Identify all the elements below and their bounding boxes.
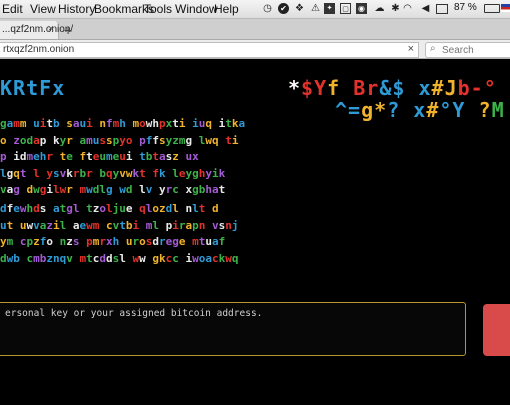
- status-tray: ◷ ✔ ❖ ⚠ ✦ ▢ ◉ ☁ ✱ ◠ ◀ 87 %: [262, 2, 510, 16]
- text-line: dwb cmbznqv mtcddsl ww gkcc iwoackwq: [0, 251, 239, 265]
- text-line: dfewhds atgl tzoljue qlozdl nlt d: [0, 202, 219, 215]
- heading-char: [340, 76, 353, 100]
- heading-char: x: [418, 76, 432, 100]
- heading-char: -: [470, 76, 484, 100]
- battery-percent: 87 %: [454, 2, 477, 13]
- wifi-icon[interactable]: ◠: [402, 3, 413, 14]
- flag-icon[interactable]: [501, 4, 510, 12]
- heading-char: [405, 76, 418, 100]
- tab-title: ...qzf2nm.onion/: [2, 24, 74, 35]
- alert-icon[interactable]: ⚠: [310, 3, 321, 14]
- nav-bar: rtxqzf2nm.onion × ⌕: [0, 40, 510, 59]
- check-icon[interactable]: ✔: [278, 3, 289, 14]
- heading-char: *: [288, 76, 302, 100]
- url-bar[interactable]: rtxqzf2nm.onion ×: [0, 42, 419, 58]
- close-tab-icon[interactable]: ×: [48, 23, 54, 35]
- search-bar[interactable]: ⌕: [425, 42, 510, 58]
- heading-char: Y: [314, 76, 328, 100]
- menu-help[interactable]: Help: [214, 2, 239, 16]
- heading-left: KRtFx: [0, 76, 65, 100]
- search-input[interactable]: [440, 43, 510, 58]
- tab-bar: ...qzf2nm.onion/ × +: [0, 19, 510, 40]
- heading-char: #: [431, 76, 445, 100]
- text-line: o zodap kyr amusspyo pffsyzmg lwq ti: [0, 133, 239, 147]
- text-line: ut uwvazil aewm cvtbi ml pirapn vsnj: [0, 218, 239, 232]
- submit-button[interactable]: [483, 304, 510, 356]
- bluetooth-icon[interactable]: ✱: [390, 3, 401, 14]
- search-icon: ⌕: [430, 43, 436, 54]
- menu-edit[interactable]: Edit: [2, 2, 23, 16]
- heading-char: R: [13, 76, 27, 100]
- screen-icon[interactable]: [436, 4, 448, 14]
- volume-icon[interactable]: ◀: [420, 3, 431, 14]
- menu-window[interactable]: Window: [175, 2, 218, 16]
- text-line: ym cpzfo nzs pmrxh urosdrege mtuaf: [0, 235, 226, 249]
- evernote-icon[interactable]: ✦: [324, 3, 335, 14]
- heading-char: t: [26, 76, 40, 100]
- heading-char: r: [366, 76, 380, 100]
- key-address-placeholder: ersonal key or your assigned bitcoin add…: [5, 308, 263, 319]
- display-icon[interactable]: ▢: [340, 3, 351, 14]
- heading-right-1: *$Yf Br&$ x#Jb-°: [288, 76, 497, 100]
- new-tab-button[interactable]: +: [64, 22, 72, 38]
- time-machine-icon[interactable]: ◷: [262, 3, 273, 14]
- menu-tools[interactable]: Tools: [144, 2, 172, 16]
- heading-char: $: [392, 76, 406, 100]
- heading-char: x: [52, 76, 66, 100]
- heading-char: $: [301, 76, 315, 100]
- url-text: rtxqzf2nm.onion: [3, 44, 75, 55]
- text-line: gamm uitb saui nfmh mowhpxti iuq itka: [0, 117, 246, 130]
- paragraph-1: gamm uitb saui nfmh mowhpxti iuq itka o z…: [0, 116, 510, 199]
- text-line: vag dwgilwr mwdlg wd lv yrc xgbhat: [0, 183, 226, 197]
- heading-char: F: [39, 76, 53, 100]
- heading-char: &: [379, 76, 393, 100]
- menu-history[interactable]: History: [58, 2, 95, 16]
- dropbox-icon[interactable]: ❖: [294, 3, 305, 14]
- text-line: lgqt l ysvkrbr bqyvwkt fk leyghyik: [0, 166, 226, 180]
- heading-char: J: [444, 76, 458, 100]
- heading-char: °: [483, 76, 497, 100]
- menu-bar: Edit View History Bookmarks Tools Window…: [0, 0, 510, 19]
- clear-url-icon[interactable]: ×: [408, 43, 414, 55]
- battery-icon[interactable]: [484, 4, 500, 13]
- heading-char: f: [327, 76, 341, 100]
- heading-char: b: [457, 76, 471, 100]
- key-address-input[interactable]: ersonal key or your assigned bitcoin add…: [0, 302, 466, 356]
- heading-char: B: [353, 76, 367, 100]
- text-line: p idmehr te fteumeui tbtasz ux: [0, 150, 199, 164]
- cloud-icon[interactable]: ☁: [374, 3, 385, 14]
- heading-char: K: [0, 76, 14, 100]
- paragraph-2: dfewhds atgl tzoljue qlozdl nlt d ut uwva…: [0, 201, 510, 267]
- page-content: KRtFx *$Yf Br&$ x#Jb-° ^=g*? x#°Y ?M gam…: [0, 59, 510, 405]
- tab-onion[interactable]: ...qzf2nm.onion/ ×: [0, 21, 73, 39]
- app-icon[interactable]: ◉: [356, 3, 367, 14]
- menu-view[interactable]: View: [30, 2, 56, 16]
